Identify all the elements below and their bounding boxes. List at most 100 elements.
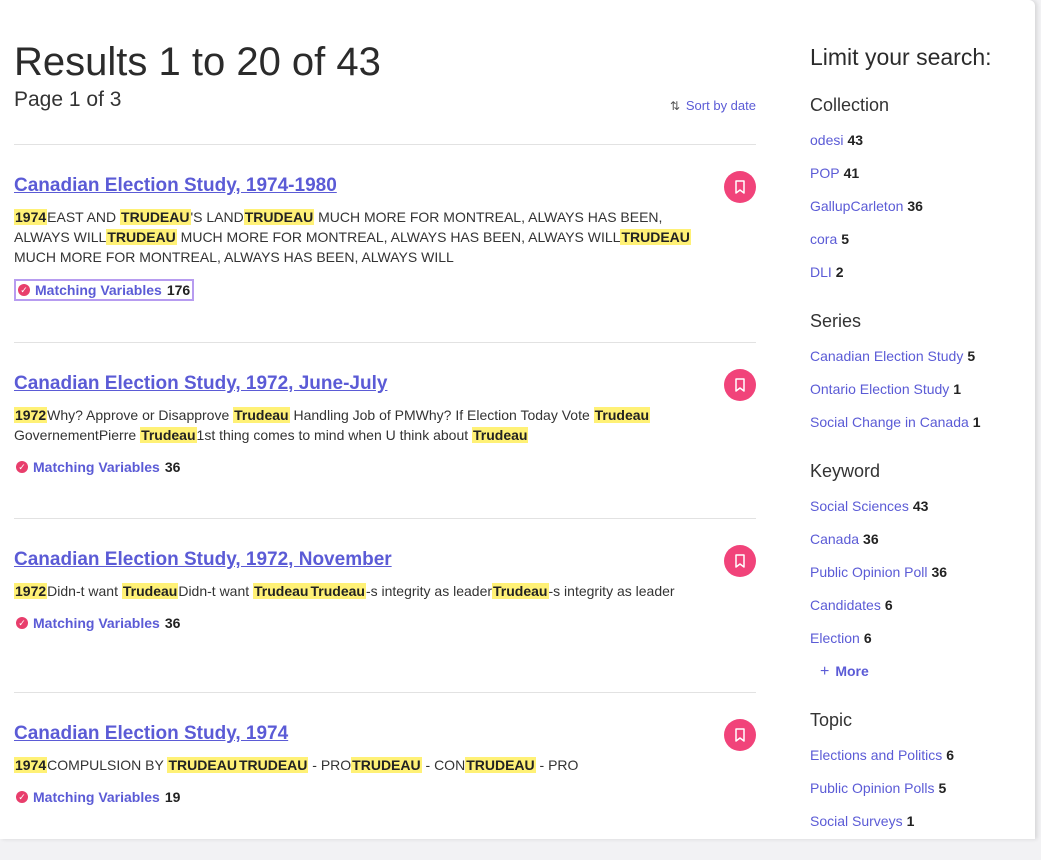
facet-heading: Series <box>810 311 862 331</box>
bookmark-button[interactable] <box>724 719 756 751</box>
facet-item-label: Social Sciences <box>810 498 909 514</box>
facet-item-count: 5 <box>841 231 850 247</box>
facet-heading: Keyword <box>810 461 881 481</box>
highlighted-term: Trudeau <box>492 583 549 599</box>
facet-item[interactable]: cora 5 <box>810 223 1030 256</box>
sort-arrows-icon: ⇅ <box>669 98 680 113</box>
result-item: Canadian Election Study, 1972, June-July… <box>14 342 756 518</box>
matching-variables-label: Matching Variables <box>33 615 160 631</box>
result-title-link[interactable]: Canadian Election Study, 1974 <box>14 723 288 745</box>
result-snippet: 1972Why? Approve or Disapprove Trudeau H… <box>14 405 704 445</box>
snippet-text: MUCH MORE FOR MONTREAL, ALWAYS HAS BEEN,… <box>176 229 621 245</box>
bookmark-icon <box>735 554 745 568</box>
facet-item[interactable]: Social Change in Canada 1 <box>810 406 1030 439</box>
matching-variables-count: 36 <box>164 615 181 631</box>
results-main: Results 1 to 20 of 43 Page 1 of 3 ⇅ Sort… <box>14 40 756 805</box>
more-keywords-button[interactable]: + More <box>810 655 1030 688</box>
check-circle-icon: ✓ <box>16 617 28 629</box>
highlighted-term: TRUDEAU <box>106 229 177 245</box>
result-snippet: 1974EAST AND TRUDEAU'S LANDTRUDEAU MUCH … <box>14 207 704 267</box>
facet-item-count: 6 <box>946 747 955 763</box>
highlighted-term: Trudeau <box>593 407 651 423</box>
page-info: Page 1 of 3 <box>14 88 122 111</box>
more-label: More <box>835 663 869 679</box>
bookmark-icon <box>735 728 745 742</box>
facet-item-label: POP <box>810 165 840 181</box>
matching-variables-link[interactable]: ✓ Matching Variables 36 <box>14 613 182 633</box>
facet-group-topic: Topic Elections and Politics 6 Public Opini… <box>810 710 1030 838</box>
facet-item-count: 36 <box>907 198 923 214</box>
facet-item[interactable]: GallupCarleton 36 <box>810 190 1030 223</box>
facet-item[interactable]: odesi 43 <box>810 124 1030 157</box>
facet-item[interactable]: Public Opinion Poll 36 <box>810 556 1030 589</box>
facet-item[interactable]: Elections and Politics 6 <box>810 739 1030 772</box>
matching-variables-link[interactable]: ✓ Matching Variables 19 <box>14 787 182 807</box>
bookmark-button[interactable] <box>724 369 756 401</box>
snippet-text: Handling Job of PMWhy? If Election Today… <box>289 407 594 423</box>
highlighted-term: Trudeau <box>121 583 179 599</box>
facet-item-count: 36 <box>931 564 948 580</box>
facet-item[interactable]: DLI 2 <box>810 256 1030 289</box>
facet-item-label: Elections and Politics <box>810 747 943 763</box>
facet-item[interactable]: POP 41 <box>810 157 1030 190</box>
highlighted-term: TRUDEAU <box>620 229 691 245</box>
facet-item-count: 1 <box>906 813 915 829</box>
facet-item-count: 5 <box>938 780 947 796</box>
snippet-text: Why? Approve or Disapprove <box>47 407 234 423</box>
sort-label: Sort by date <box>685 98 756 113</box>
facet-item-count: 1 <box>972 414 981 430</box>
facet-heading: Topic <box>810 710 853 730</box>
facet-group-series: Series Canadian Election Study 5 Ontario El… <box>810 311 1030 439</box>
results-list: Canadian Election Study, 1974-1980 1974EA… <box>14 144 756 843</box>
facet-item-count: 6 <box>863 630 872 646</box>
highlighted-term: Trudeau <box>253 583 310 599</box>
snippet-text: 'S LAND <box>190 209 244 225</box>
facet-item-label: Canadian Election Study <box>810 348 964 364</box>
facet-item-count: 36 <box>863 531 879 547</box>
highlighted-term: TRUDEAU <box>351 757 422 773</box>
result-title-link[interactable]: Canadian Election Study, 1972, June-July <box>14 373 387 395</box>
matching-variables-count: 176 <box>166 282 191 298</box>
bookmark-button[interactable] <box>724 171 756 203</box>
facet-item[interactable]: Candidates 6 <box>810 589 1030 622</box>
facet-item-label: Canada <box>810 531 860 547</box>
matching-variables-link[interactable]: ✓ Matching Variables 176 <box>14 279 195 301</box>
result-title-link[interactable]: Canadian Election Study, 1972, November <box>14 549 392 571</box>
facet-item[interactable]: Social Surveys 1 <box>810 805 1030 838</box>
facet-item-label: Social Surveys <box>810 813 903 829</box>
result-item: Canadian Election Study, 1974 1974COMPULS… <box>14 692 756 843</box>
facet-item[interactable]: Ontario Election Study 1 <box>810 373 1030 406</box>
snippet-text: EAST AND <box>47 209 121 225</box>
facet-item[interactable]: Election 6 <box>810 622 1030 655</box>
filter-sidebar: Limit your search: Collection odesi 43 POP 4… <box>810 44 1030 860</box>
matching-variables-count: 19 <box>164 789 181 805</box>
sort-by-date-button[interactable]: ⇅ Sort by date <box>670 98 756 113</box>
facet-item[interactable]: Canadian Election Study 5 <box>810 340 1030 373</box>
facet-group-collection: Collection odesi 43 POP 41 GallupCarleton 36 co… <box>810 95 1030 289</box>
facet-item-label: odesi <box>810 132 844 148</box>
facet-item[interactable]: Public Opinion Polls 5 <box>810 772 1030 805</box>
highlighted-term: TRUDEAU <box>237 757 309 773</box>
result-item: Canadian Election Study, 1974-1980 1974EA… <box>14 144 756 342</box>
facet-item-label: Social Change in Canada <box>810 414 969 430</box>
matching-variables-link[interactable]: ✓ Matching Variables 36 <box>14 457 182 477</box>
facet-item[interactable]: Social Sciences 43 <box>810 490 1030 523</box>
page: Results 1 to 20 of 43 Page 1 of 3 ⇅ Sort… <box>0 0 1035 839</box>
snippet-text: - PRO <box>308 757 352 773</box>
result-snippet: 1974COMPULSION BY TRUDEAU TRUDEAU - PROTR… <box>14 755 704 775</box>
result-title-link[interactable]: Canadian Election Study, 1974-1980 <box>14 175 337 197</box>
highlighted-term: Trudeau <box>472 427 529 443</box>
matching-variables-label: Matching Variables <box>35 282 162 298</box>
facet-item-label: Public Opinion Poll <box>810 564 928 580</box>
snippet-text: GovernementPierre <box>14 427 141 443</box>
check-circle-icon: ✓ <box>16 461 28 473</box>
snippet-text: MUCH MORE FOR MONTREAL, ALWAYS HAS BEEN,… <box>14 249 454 265</box>
facet-item[interactable]: Canada 36 <box>810 523 1030 556</box>
facet-item-label: cora <box>810 231 838 247</box>
snippet-text: - PRO <box>535 757 579 773</box>
facet-item-label: Candidates <box>810 597 881 613</box>
highlighted-term: TRUDEAU <box>243 209 315 225</box>
bookmark-button[interactable] <box>724 545 756 577</box>
snippet-text: 1st thing comes to mind when U think abo… <box>196 427 473 443</box>
highlighted-term: 1972 <box>14 407 48 423</box>
